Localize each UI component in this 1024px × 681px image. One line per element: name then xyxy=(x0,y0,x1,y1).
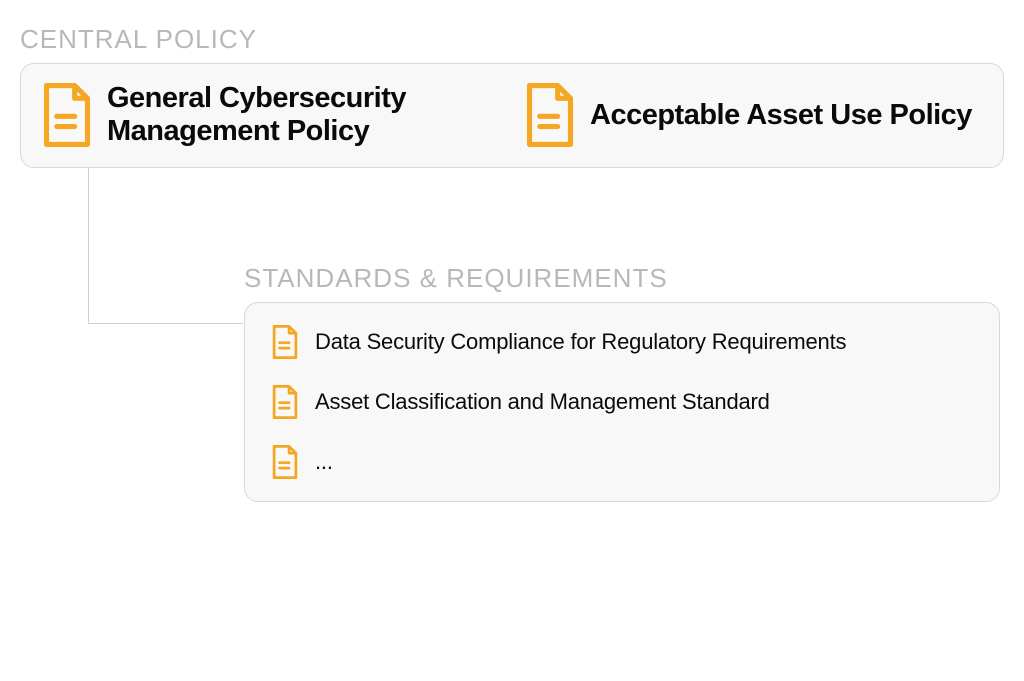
standards-box: Data Security Compliance for Regulatory … xyxy=(244,302,1000,502)
policy-title: Acceptable Asset Use Policy xyxy=(590,99,972,132)
document-icon xyxy=(41,83,93,147)
standards-section: STANDARDS & REQUIREMENTS Data Security C… xyxy=(244,263,1000,502)
standards-label: STANDARDS & REQUIREMENTS xyxy=(244,263,1000,294)
central-policy-box: General Cybersecurity Management Policy … xyxy=(20,63,1004,168)
standard-item: ... xyxy=(271,445,973,479)
standard-title: Asset Classification and Management Stan… xyxy=(315,389,770,415)
document-icon xyxy=(271,325,299,359)
standard-title: Data Security Compliance for Regulatory … xyxy=(315,329,846,355)
central-policy-section: CENTRAL POLICY General Cybersecurity Man… xyxy=(20,24,1004,168)
document-icon xyxy=(524,83,576,147)
standard-title: ... xyxy=(315,449,333,475)
standard-item: Data Security Compliance for Regulatory … xyxy=(271,325,973,359)
connector: STANDARDS & REQUIREMENTS Data Security C… xyxy=(20,168,1004,330)
connector-vertical xyxy=(88,168,89,323)
central-policy-label: CENTRAL POLICY xyxy=(20,24,1004,55)
standard-item: Asset Classification and Management Stan… xyxy=(271,385,973,419)
document-icon xyxy=(271,445,299,479)
connector-horizontal xyxy=(88,323,243,324)
policy-title: General Cybersecurity Management Policy xyxy=(107,82,500,149)
policy-item: Acceptable Asset Use Policy xyxy=(524,83,983,147)
document-icon xyxy=(271,385,299,419)
policy-item: General Cybersecurity Management Policy xyxy=(41,82,500,149)
